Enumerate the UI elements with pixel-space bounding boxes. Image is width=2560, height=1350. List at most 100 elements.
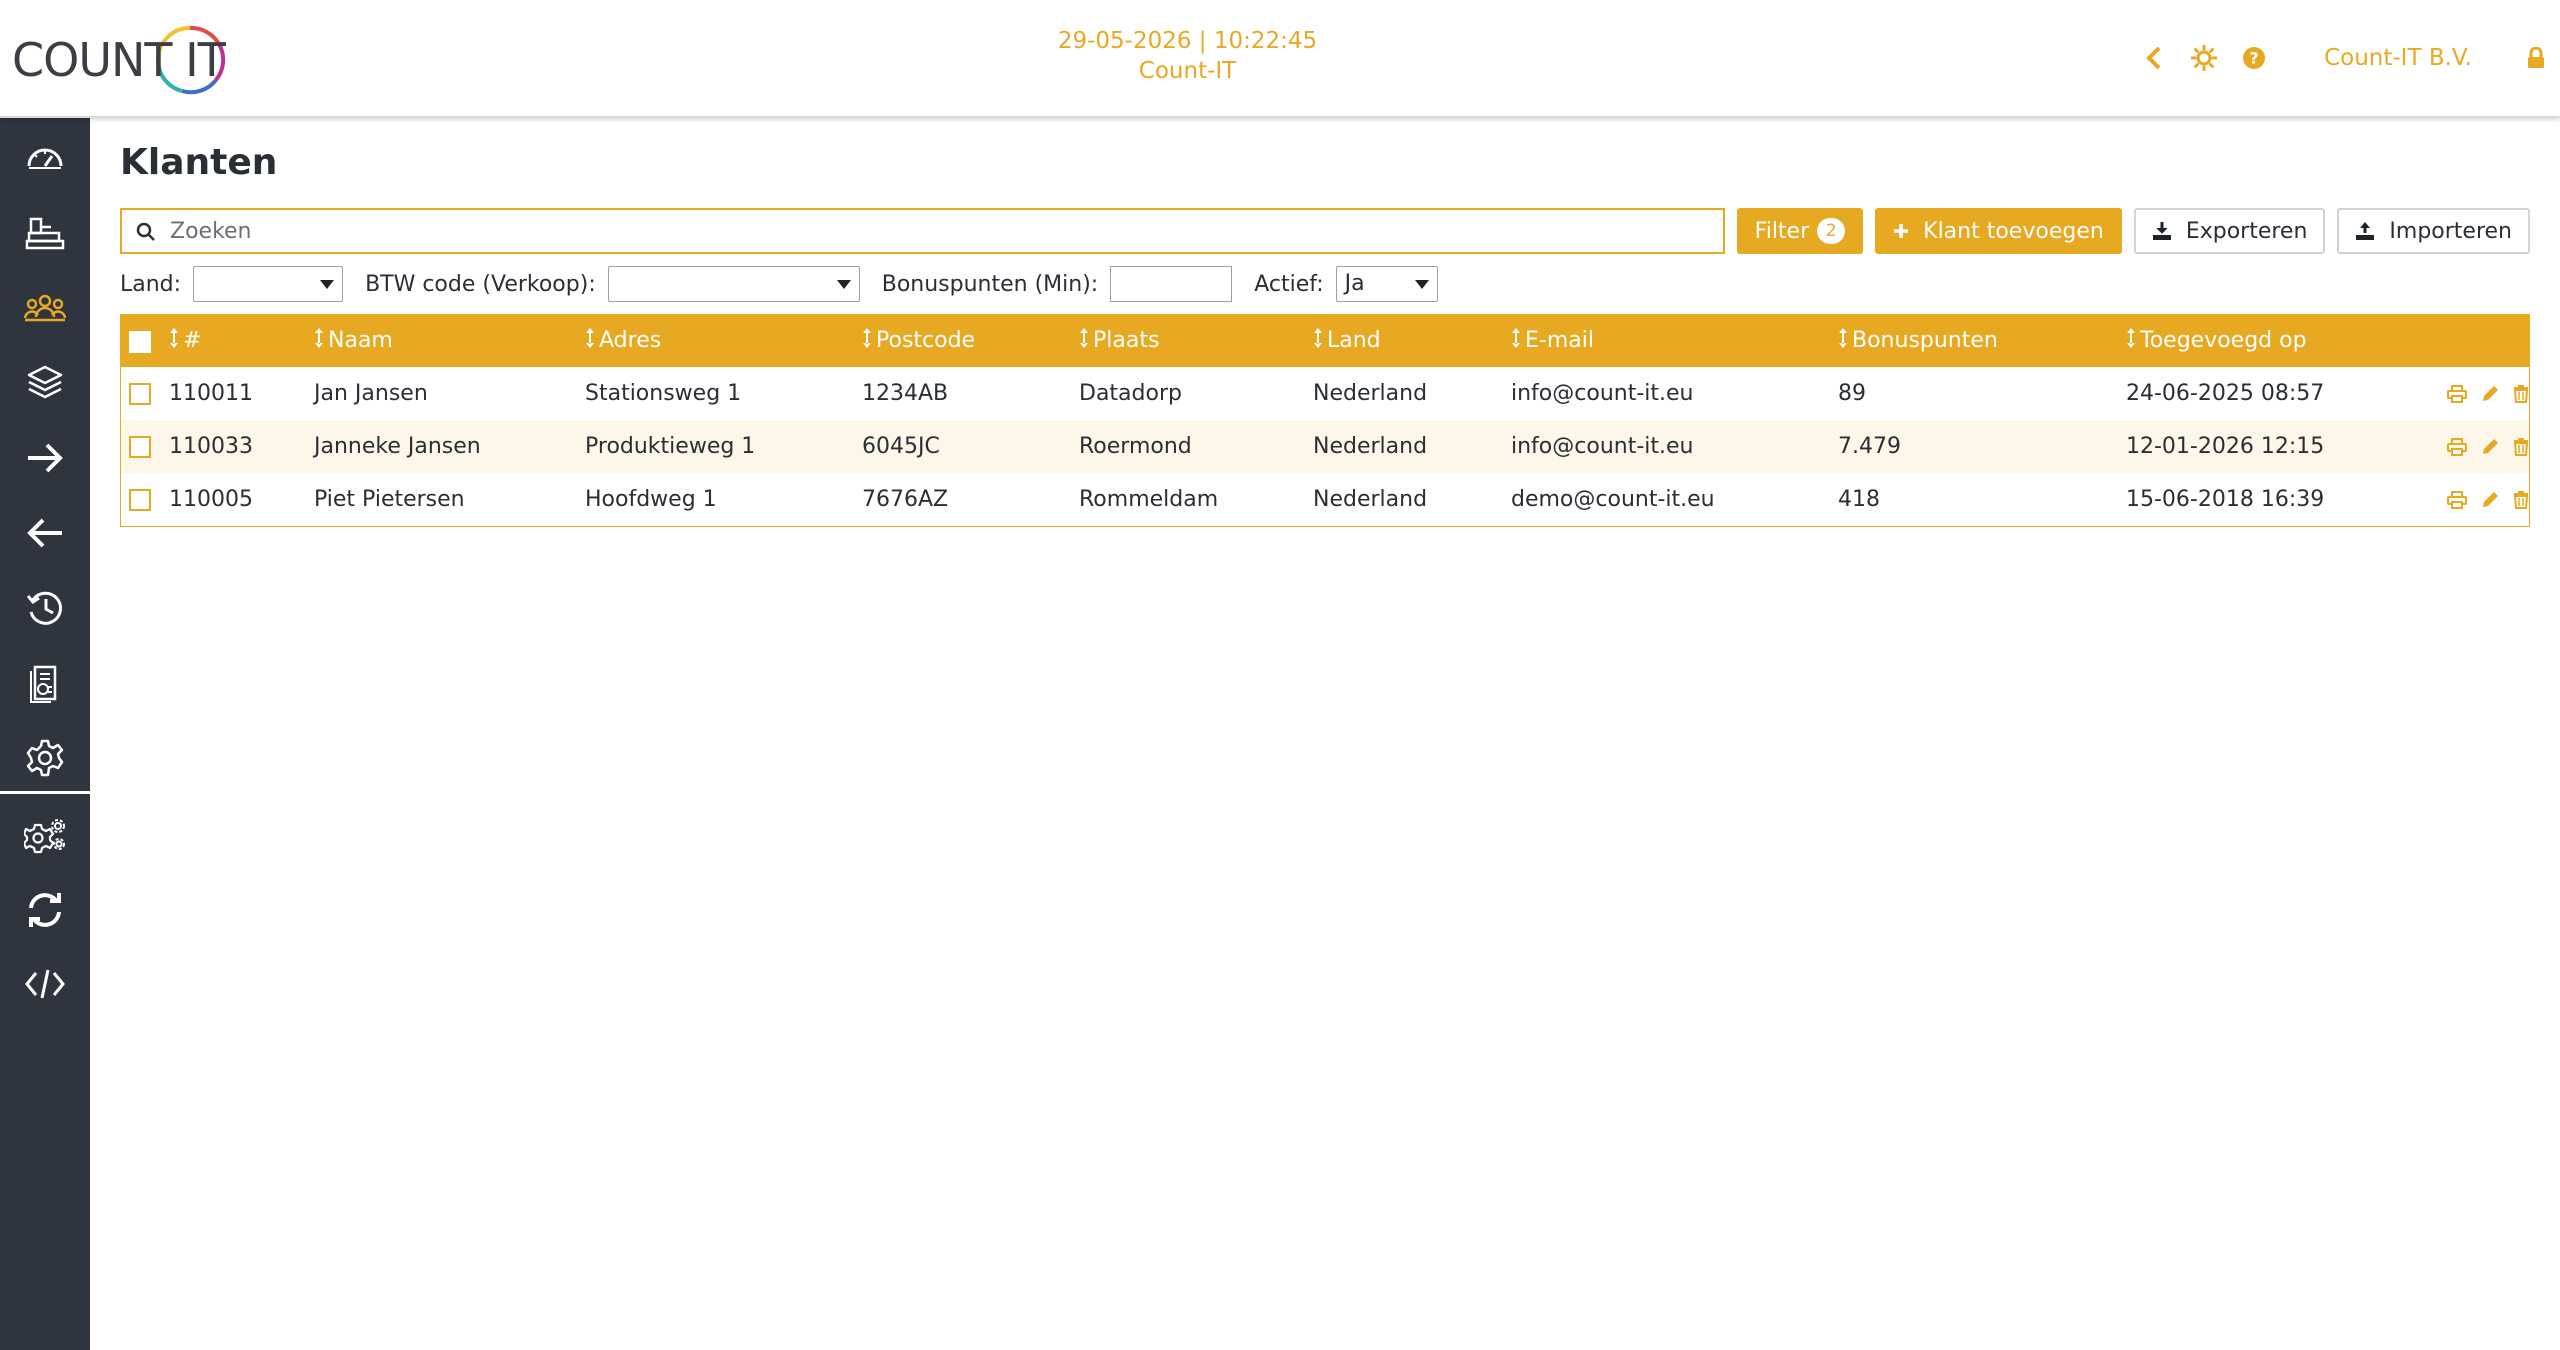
actief-select-value: Ja [1344, 271, 1365, 296]
column-header-adres[interactable]: Adres [585, 315, 862, 367]
column-label: Postcode [876, 328, 976, 353]
table-row[interactable]: 110005 Piet Pietersen Hoofdweg 1 7676AZ … [121, 473, 2529, 526]
table-header-row: # Naam Adres Postcode Plaats Land E-mail… [121, 315, 2529, 367]
sidebar-item-instellingen[interactable] [0, 726, 90, 790]
arrow-left-icon [27, 518, 62, 548]
cell-plaats: Datadorp [1079, 381, 1182, 406]
customers-table: # Naam Adres Postcode Plaats Land E-mail… [120, 314, 2530, 527]
delete-icon[interactable] [2513, 490, 2529, 509]
row-checkbox[interactable] [129, 436, 151, 458]
actief-filter-label: Actief: [1254, 271, 1324, 297]
sidebar [0, 118, 90, 1350]
sidebar-item-geavanceerd[interactable] [0, 804, 90, 868]
upload-icon [2355, 221, 2375, 241]
actief-select[interactable]: Ja [1335, 266, 1438, 302]
chevron-left-icon[interactable] [2134, 38, 2174, 78]
filter-count-badge: 2 [1817, 218, 1846, 244]
company-name[interactable]: Count-IT B.V. [2324, 45, 2472, 71]
sort-icon [585, 327, 595, 355]
advanced-settings-icon [24, 819, 65, 854]
cell-postcode: 1234AB [862, 381, 949, 406]
cell-toegevoegd: 24-06-2025 08:57 [2126, 381, 2325, 406]
sidebar-item-dashboard[interactable] [0, 126, 90, 190]
edit-icon[interactable] [2481, 438, 2499, 456]
count-it-logo[interactable]: COUNT IT [12, 22, 226, 98]
sun-icon[interactable] [2184, 38, 2224, 78]
export-button[interactable]: Exporteren [2133, 208, 2326, 254]
page-title: Klanten [120, 142, 278, 183]
sidebar-item-inkomend[interactable] [0, 426, 90, 490]
reports-icon [30, 665, 57, 703]
table-row[interactable]: 110011 Jan Jansen Stationsweg 1 1234AB D… [121, 367, 2529, 420]
land-filter-label: Land: [120, 271, 182, 297]
search-box[interactable] [120, 208, 1768, 254]
delete-icon[interactable] [2513, 437, 2529, 456]
row-checkbox[interactable] [129, 489, 151, 511]
import-button[interactable]: Importeren [2337, 208, 2530, 254]
logo-text: COUNT IT [12, 33, 226, 87]
btw-select[interactable] [607, 266, 860, 302]
row-actions [2447, 437, 2537, 456]
settings-icon [26, 739, 64, 777]
sidebar-item-kassa[interactable] [0, 201, 90, 265]
print-icon[interactable] [2447, 437, 2467, 456]
filter-bar: Land: BTW code (Verkoop): Bonuspunten (M… [120, 266, 1460, 302]
sort-icon [862, 327, 872, 355]
column-header-bonuspunten[interactable]: Bonuspunten [1838, 315, 2126, 367]
edit-icon[interactable] [2481, 385, 2499, 403]
header-actions: ? Count-IT B.V. [2134, 38, 2560, 78]
column-header-plaats[interactable]: Plaats [1079, 315, 1313, 367]
help-icon[interactable]: ? [2234, 38, 2274, 78]
sidebar-item-synchroniseren[interactable] [0, 878, 90, 942]
search-input[interactable] [168, 210, 1768, 252]
add-customer-label: Klant toevoegen [1923, 218, 2104, 244]
cell-bonuspunten: 7.479 [1838, 434, 1901, 459]
sort-icon [1079, 327, 1089, 355]
export-label: Exporteren [2185, 218, 2308, 244]
bonus-min-input[interactable] [1110, 266, 1233, 302]
lock-icon[interactable] [2516, 38, 2556, 78]
column-header-naam[interactable]: Naam [314, 315, 585, 367]
delete-icon[interactable] [2513, 384, 2529, 403]
column-header-postcode[interactable]: Postcode [862, 315, 1079, 367]
select-all-checkbox[interactable] [129, 330, 151, 353]
import-label: Importeren [2389, 218, 2512, 244]
sidebar-item-klanten[interactable] [0, 276, 90, 340]
row-checkbox[interactable] [129, 383, 151, 405]
column-header-toegevoegd[interactable]: Toegevoegd op [2126, 315, 2529, 367]
cash-register-icon [25, 217, 65, 250]
cell-naam: Piet Pietersen [314, 487, 465, 512]
land-select[interactable] [193, 266, 344, 302]
sidebar-item-uitgaand[interactable] [0, 501, 90, 565]
edit-icon[interactable] [2481, 491, 2499, 509]
cell-naam: Jan Jansen [314, 381, 428, 406]
column-label: Adres [599, 328, 662, 353]
print-icon[interactable] [2447, 384, 2467, 403]
sidebar-item-geschiedenis[interactable] [0, 576, 90, 640]
select-all-cell [121, 315, 169, 367]
sort-icon [169, 327, 179, 355]
btw-filter-label: BTW code (Verkoop): [365, 271, 596, 297]
header-subtitle: Count-IT [1138, 58, 1237, 84]
cell-id: 110005 [169, 487, 253, 512]
cell-land: Nederland [1313, 434, 1428, 459]
column-label: Naam [328, 328, 393, 353]
add-customer-button[interactable]: Klant toevoegen [1875, 208, 2122, 254]
cell-land: Nederland [1313, 381, 1428, 406]
column-header-email[interactable]: E-mail [1511, 315, 1838, 367]
column-header-id[interactable]: # [169, 315, 314, 367]
plus-icon [1893, 223, 1909, 239]
print-icon[interactable] [2447, 490, 2467, 509]
sort-icon [1313, 327, 1323, 355]
cell-bonuspunten: 418 [1838, 487, 1880, 512]
cell-adres: Produktieweg 1 [585, 434, 756, 459]
top-header: COUNT IT 29-05-2026 | 10:22:45 Count-IT [0, 0, 2560, 118]
search-icon [136, 222, 155, 241]
sidebar-item-rapporten[interactable] [0, 651, 90, 715]
dashboard-icon [27, 148, 63, 169]
table-row[interactable]: 110033 Janneke Jansen Produktieweg 1 604… [121, 420, 2529, 473]
sidebar-item-producten[interactable] [0, 351, 90, 415]
sidebar-item-developer[interactable] [0, 952, 90, 1016]
column-header-land[interactable]: Land [1313, 315, 1511, 367]
cell-email: info@count-it.eu [1511, 381, 1694, 406]
